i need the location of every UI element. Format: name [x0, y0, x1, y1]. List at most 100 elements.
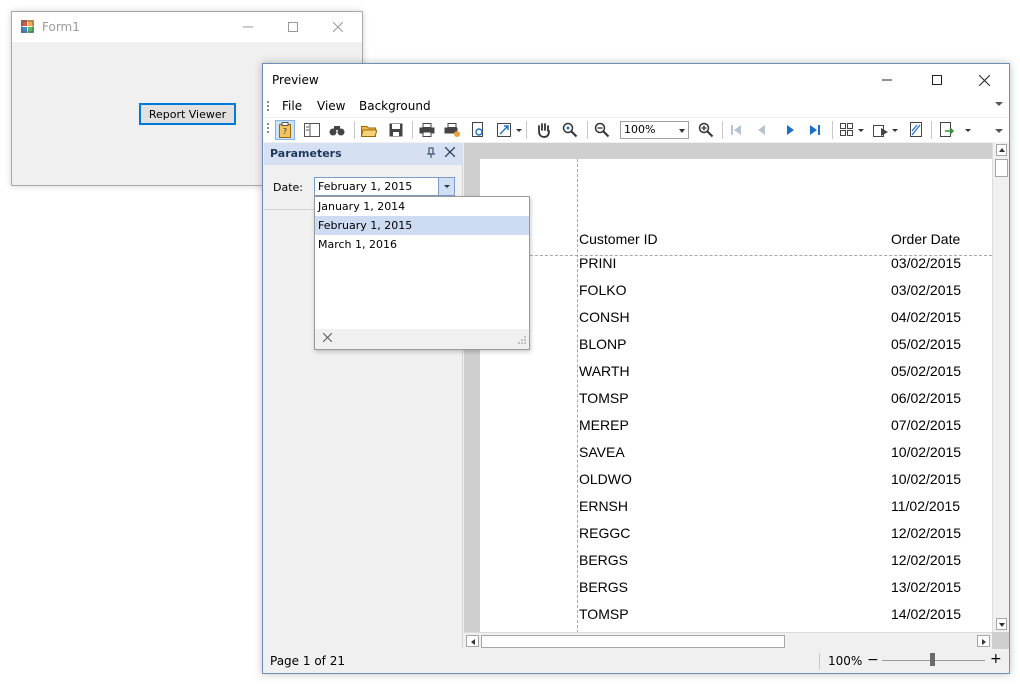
menu-grip-icon[interactable] [267, 101, 270, 113]
status-bar: Page 1 of 21 100% − + [263, 649, 1009, 673]
preview-titlebar[interactable]: Preview [263, 64, 1009, 96]
column-header-customer-id: Customer ID [579, 231, 658, 247]
cell-customer-id: TOMSP [579, 606, 629, 622]
scroll-left-button[interactable] [466, 635, 479, 647]
close-icon [332, 22, 343, 32]
date-option-selected[interactable]: February 1, 2015 [315, 216, 529, 235]
background-icon [873, 125, 888, 137]
cell-order-date: 06/02/2015 [891, 390, 962, 406]
margin-guide-vertical [577, 159, 578, 633]
menu-background[interactable]: Background [359, 99, 431, 113]
toolbar-separator [931, 121, 932, 139]
form1-title: Form1 [42, 20, 80, 34]
cell-customer-id: ERNSH [579, 498, 629, 514]
cell-order-date: 07/02/2015 [891, 417, 962, 433]
cell-customer-id: MEREP [579, 417, 629, 433]
preview-maximize-button[interactable] [914, 65, 959, 95]
toolbar-grip-icon[interactable] [267, 123, 270, 135]
menu-view[interactable]: View [317, 99, 345, 113]
cell-order-date: 04/02/2015 [891, 309, 962, 325]
clear-icon[interactable] [323, 333, 332, 342]
cell-order-date: 10/02/2015 [891, 444, 962, 460]
export-button[interactable] [937, 120, 957, 140]
cell-order-date: 03/02/2015 [891, 255, 962, 271]
last-page-icon [810, 125, 820, 135]
vertical-scroll-thumb[interactable] [995, 159, 1008, 177]
date-combo-value: February 1, 2015 [318, 180, 413, 193]
export-dropdown-icon[interactable] [965, 129, 971, 132]
save-button[interactable] [386, 120, 406, 140]
date-option[interactable]: March 1, 2016 [315, 235, 529, 254]
svg-text:?: ? [283, 127, 287, 136]
cell-customer-id: REGGC [579, 525, 631, 541]
print-button[interactable] [417, 120, 437, 140]
background-button[interactable] [871, 120, 891, 140]
find-button[interactable] [327, 120, 347, 140]
menu-file[interactable]: File [282, 99, 302, 113]
scroll-down-button[interactable] [996, 618, 1007, 630]
magnifier-button[interactable] [560, 120, 580, 140]
date-dropdown-list: January 1, 2014 February 1, 2015 March 1… [314, 196, 530, 350]
menu-bar: File View Background [263, 96, 1009, 117]
preview-close-button[interactable] [962, 65, 1007, 95]
scale-icon [497, 123, 511, 137]
vertical-scrollbar[interactable] [992, 143, 1009, 632]
toolbar: ? 100% [263, 118, 1009, 142]
horizontal-scrollbar[interactable] [464, 632, 992, 649]
quick-print-button[interactable] [442, 120, 462, 140]
preview-minimize-button[interactable] [864, 65, 909, 95]
pin-icon[interactable] [426, 147, 436, 159]
first-page-icon [731, 125, 741, 135]
scale-dropdown-icon[interactable] [516, 129, 522, 132]
status-separator [819, 653, 820, 669]
arrow-right-icon [982, 639, 986, 645]
cell-order-date: 12/02/2015 [891, 525, 962, 541]
toolbar-overflow-icon[interactable] [995, 129, 1003, 133]
watermark-button[interactable] [906, 120, 926, 140]
multiple-pages-dropdown-icon[interactable] [858, 129, 864, 132]
zoom-out-status-button[interactable]: − [867, 652, 879, 668]
zoom-combo[interactable]: 100% [620, 121, 689, 139]
document-map-button[interactable] [302, 120, 322, 140]
page-setup-button[interactable] [468, 120, 488, 140]
zoom-out-icon [594, 122, 610, 138]
resize-grip-icon[interactable] [517, 335, 526, 344]
report-viewer-button[interactable]: Report Viewer [139, 103, 236, 125]
cell-order-date: 10/02/2015 [891, 471, 962, 487]
cell-order-date: 14/02/2015 [891, 606, 962, 622]
column-header-order-date: Order Date [891, 231, 961, 247]
horizontal-scroll-thumb[interactable] [481, 635, 785, 648]
date-option[interactable]: January 1, 2014 [315, 197, 529, 216]
date-label: Date: [273, 181, 303, 194]
first-page-button[interactable] [726, 120, 746, 140]
next-page-button[interactable] [780, 120, 800, 140]
hand-tool-button[interactable] [534, 120, 554, 140]
multiple-pages-button[interactable] [837, 120, 857, 140]
zoom-slider-thumb[interactable] [930, 653, 935, 666]
background-dropdown-icon[interactable] [892, 129, 898, 132]
form1-titlebar[interactable]: Form1 [12, 12, 362, 42]
panel-close-icon[interactable] [445, 147, 455, 157]
scale-button[interactable] [494, 120, 514, 140]
cell-order-date: 12/02/2015 [891, 552, 962, 568]
zoom-in-status-button[interactable]: + [990, 651, 1002, 667]
scroll-up-button[interactable] [996, 144, 1007, 156]
last-page-button[interactable] [805, 120, 825, 140]
minimize-button[interactable] [225, 12, 270, 42]
previous-page-button[interactable] [752, 120, 772, 140]
zoom-in-button[interactable] [696, 120, 716, 140]
maximize-button[interactable] [270, 12, 315, 42]
date-dropdown-button[interactable] [438, 178, 454, 195]
cell-customer-id: TOMSP [579, 390, 629, 406]
document-view[interactable]: Customer ID Order Date PRINI 03/02/2015 FO… [464, 143, 1009, 649]
menu-overflow-icon[interactable] [995, 102, 1003, 106]
date-combo[interactable]: February 1, 2015 [314, 177, 455, 196]
scroll-right-button[interactable] [977, 635, 990, 647]
save-icon [389, 123, 403, 137]
open-button[interactable] [359, 120, 379, 140]
close-button[interactable] [315, 12, 360, 42]
cell-order-date: 11/02/2015 [891, 498, 961, 514]
zoom-out-button[interactable] [592, 120, 612, 140]
parameters-button[interactable]: ? [275, 120, 295, 140]
arrow-up-icon [999, 148, 1005, 152]
